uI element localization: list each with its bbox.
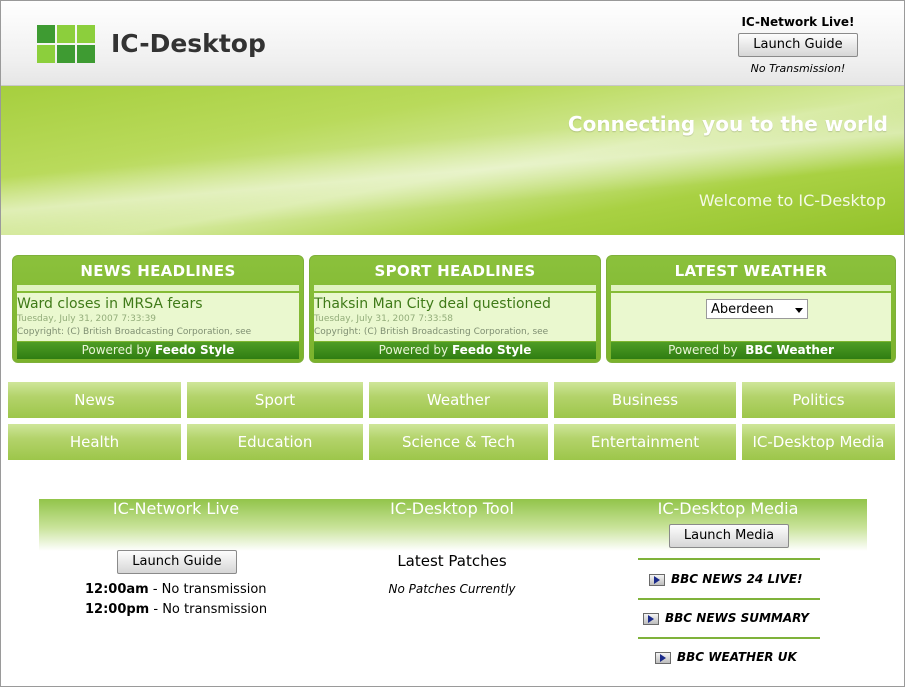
patches-status: No Patches Currently [388,582,516,596]
launch-guide-button[interactable]: Launch Guide [738,33,858,57]
powered-by-name: Feedo Style [154,343,235,357]
sport-copyright: Copyright: (C) British Broadcasting Corp… [314,327,549,337]
powered-by-name: Feedo Style [451,343,532,357]
panel-title: NEWS HEADLINES [80,262,236,280]
chevron-down-icon [795,308,803,313]
media-link-label: BBC NEWS 24 LIVE! [671,572,803,586]
patches-title: Latest Patches [397,552,507,570]
panel-divider [314,285,596,291]
panel-title: LATEST WEATHER [674,262,828,280]
news-date: Tuesday, July 31, 2007 7:33:39 [17,314,157,324]
sport-headlines-panel: SPORT HEADLINES Thaksin Man City deal qu… [309,255,601,363]
nav-weather[interactable]: Weather [369,382,548,418]
media-heading: IC-Desktop Media [657,499,799,518]
powered-by-footer: Powered by BBC Weather [611,342,891,359]
weather-body: Aberdeen [611,293,891,341]
nav-news[interactable]: News [8,382,181,418]
media-link[interactable]: BBC NEWS 24 LIVE! [649,572,803,586]
media-link-label: BBC NEWS SUMMARY [665,611,809,625]
powered-by-label: Powered by [668,343,738,357]
sport-date: Tuesday, July 31, 2007 7:33:58 [314,314,454,324]
media-link[interactable]: BBC NEWS SUMMARY [643,611,809,625]
media-link-label: BBC WEATHER UK [677,650,797,664]
panel-title: SPORT HEADLINES [374,262,536,280]
schedule-time: 12:00pm [85,602,150,617]
schedule-text: No transmission [162,602,268,617]
network-live-heading: IC-Network Live [112,499,240,518]
news-headline-link[interactable]: Ward closes in MRSA fears [17,296,299,312]
banner-welcome: Welcome to IC-Desktop [698,191,886,210]
city-select[interactable]: Aberdeen [706,299,808,319]
sport-feed: Thaksin Man City deal questioned Tuesday… [314,293,596,341]
nav-education[interactable]: Education [187,424,363,460]
powered-by-footer: Powered by Feedo Style [314,342,596,359]
news-feed: Ward closes in MRSA fears Tuesday, July … [17,293,299,341]
nav-business[interactable]: Business [554,382,736,418]
launch-media-button[interactable]: Launch Media [669,524,789,548]
network-live-box: IC-Network Live! Launch Guide No Transmi… [731,15,865,75]
media-divider [638,598,820,600]
nav-science-tech[interactable]: Science & Tech [369,424,548,460]
nav-health[interactable]: Health [8,424,181,460]
transmission-status: No Transmission! [750,62,846,75]
play-icon [649,573,665,586]
nav-ic-desktop-media[interactable]: IC-Desktop Media [742,424,895,460]
panel-divider [611,285,891,291]
media-divider [638,637,820,639]
schedule-separator: - [149,602,163,617]
app-title: IC-Desktop [111,29,266,58]
powered-by-footer: Powered by Feedo Style [17,342,299,359]
powered-by-label: Powered by [81,343,152,357]
sport-headline-link[interactable]: Thaksin Man City deal questioned [314,296,596,312]
schedule-text: No transmission [161,582,267,597]
network-live-title: IC-Network Live! [741,15,855,29]
tool-heading: IC-Desktop Tool [390,499,514,518]
powered-by-label: Powered by [378,343,449,357]
play-icon [655,651,671,664]
nav-politics[interactable]: Politics [742,382,895,418]
powered-by-name: BBC Weather [745,343,834,357]
media-divider [638,558,820,560]
panel-divider [17,285,299,291]
nav-sport[interactable]: Sport [187,382,363,418]
hero-banner: Connecting you to the world Welcome to I… [1,86,904,235]
schedule-separator: - [148,582,162,597]
schedule-time: 12:00am [85,582,149,597]
news-headlines-panel: NEWS HEADLINES Ward closes in MRSA fears… [12,255,304,363]
launch-guide-button-lower[interactable]: Launch Guide [117,550,237,574]
header-bar: IC-Desktop IC-Network Live! Launch Guide… [1,1,904,86]
city-select-value: Aberdeen [711,302,774,317]
news-copyright: Copyright: (C) British Broadcasting Corp… [17,327,252,337]
media-link[interactable]: BBC WEATHER UK [655,650,797,664]
nav-entertainment[interactable]: Entertainment [554,424,736,460]
play-icon [643,612,659,625]
banner-tagline: Connecting you to the world [567,112,888,136]
schedule-row: 12:00am - No transmission [85,582,267,597]
app-window: IC-Desktop IC-Network Live! Launch Guide… [0,0,905,687]
schedule-row: 12:00pm - No transmission [85,602,267,617]
latest-weather-panel: LATEST WEATHER Aberdeen Powered by BBC W… [606,255,896,363]
app-logo-icon [37,25,95,63]
